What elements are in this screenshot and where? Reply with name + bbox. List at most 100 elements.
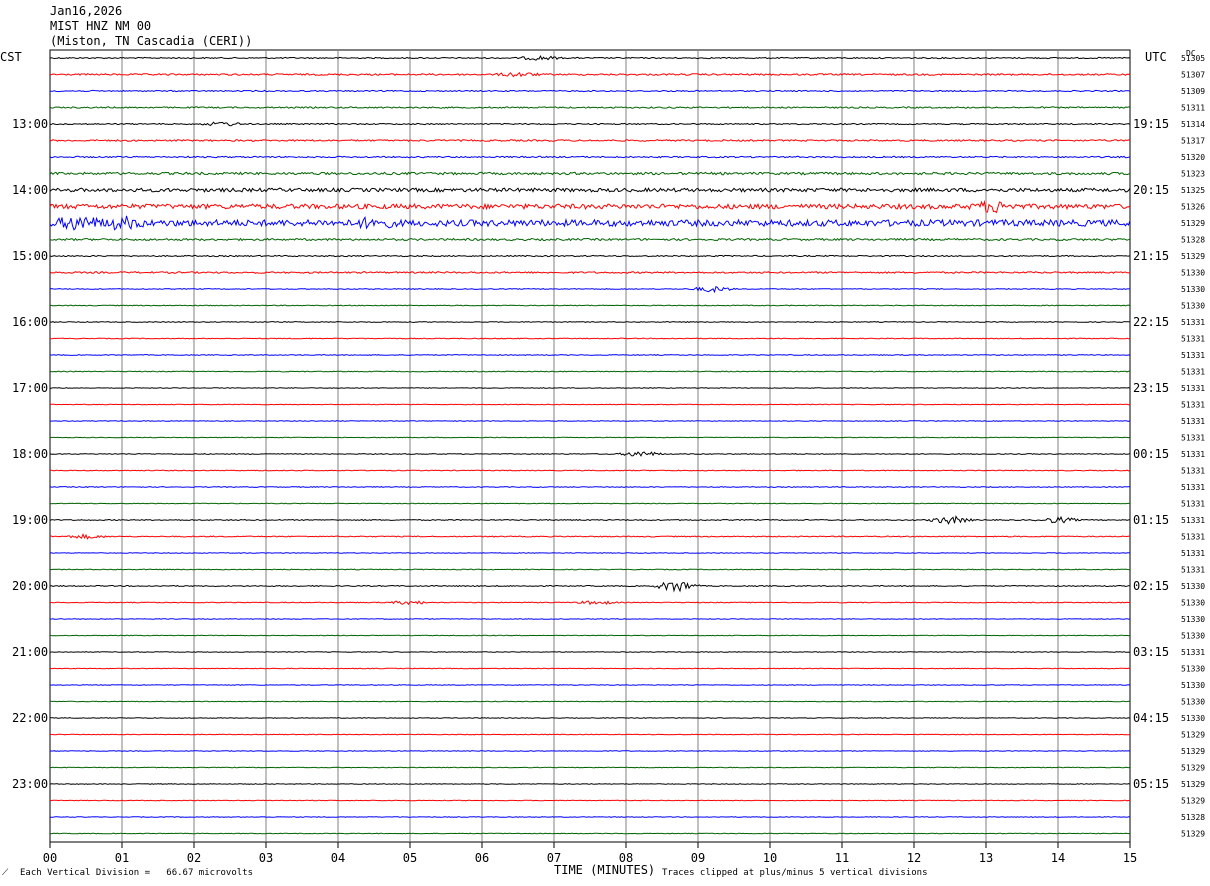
dc-value-label: 51329 <box>1181 252 1205 261</box>
dc-value-label: 51328 <box>1181 813 1205 822</box>
x-tick-label: 12 <box>907 851 921 865</box>
dc-value-label: 51331 <box>1181 401 1205 410</box>
seismic-trace <box>49 618 1131 620</box>
dc-value-label: 51309 <box>1181 87 1205 96</box>
seismic-trace <box>49 139 1131 142</box>
seismic-trace <box>49 121 1131 127</box>
x-tick-label: 03 <box>259 851 273 865</box>
seismic-trace <box>49 337 1131 340</box>
dc-value-label: 51330 <box>1181 302 1205 311</box>
cst-hour-label: 17:00 <box>12 381 48 395</box>
dc-value-label: 51305 <box>1181 54 1205 63</box>
seismogram-plot: 00 01 02 03 04 05 06 07 08 09 10 11 12 13 14 1551305513… <box>12 49 1205 865</box>
x-tick-label: 13 <box>979 851 993 865</box>
seismic-trace <box>49 832 1130 835</box>
x-tick-label: 15 <box>1123 851 1137 865</box>
utc-hour-label: 02:15 <box>1133 579 1169 593</box>
dc-value-label: 51330 <box>1181 681 1205 690</box>
dc-value-label: 51331 <box>1181 516 1205 525</box>
seismic-trace <box>49 581 1130 593</box>
seismic-trace <box>49 215 1131 231</box>
dc-value-label: 51329 <box>1181 797 1205 806</box>
dc-value-label: 51329 <box>1181 780 1205 789</box>
x-tick-label: 05 <box>403 851 417 865</box>
scale-note: Each Vertical Division = 66.67 microvolt… <box>20 868 253 878</box>
seismic-trace <box>49 54 1131 61</box>
x-tick-label: 06 <box>475 851 489 865</box>
utc-hour-label: 23:15 <box>1133 381 1169 395</box>
dc-value-label: 51330 <box>1181 714 1205 723</box>
dc-value-label: 51314 <box>1181 120 1205 129</box>
dc-value-label: 51326 <box>1181 203 1205 212</box>
seismic-trace <box>49 766 1131 769</box>
seismic-trace <box>49 750 1131 752</box>
dc-value-label: 51329 <box>1181 747 1205 756</box>
dc-value-label: 51330 <box>1181 698 1205 707</box>
utc-hour-label: 22:15 <box>1133 315 1169 329</box>
utc-hour-label: 04:15 <box>1133 711 1169 725</box>
cst-hour-label: 22:00 <box>12 711 48 725</box>
dc-value-label: 51329 <box>1181 830 1205 839</box>
x-tick-label: 09 <box>691 851 705 865</box>
seismic-trace <box>49 502 1131 505</box>
x-axis-label: TIME (MINUTES) <box>554 863 656 877</box>
cst-hour-label: 14:00 <box>12 183 48 197</box>
utc-hour-label: 01:15 <box>1133 513 1169 527</box>
seismic-trace <box>49 634 1131 637</box>
x-tick-label: 11 <box>835 851 849 865</box>
dc-value-label: 51331 <box>1181 335 1205 344</box>
seismic-trace <box>49 420 1131 422</box>
seismic-trace <box>49 783 1131 785</box>
seismic-trace <box>49 515 1131 525</box>
dc-value-label: 51331 <box>1181 467 1205 476</box>
seismic-trace <box>49 254 1131 258</box>
dc-value-label: 51330 <box>1181 615 1205 624</box>
x-tick-label: 14 <box>1051 851 1065 865</box>
seismic-trace <box>50 387 1131 389</box>
seismic-trace <box>49 237 1131 242</box>
cst-hour-label: 16:00 <box>12 315 48 329</box>
cst-hour-label: 18:00 <box>12 447 48 461</box>
cst-hour-label: 23:00 <box>12 777 48 791</box>
dc-value-label: 51325 <box>1181 186 1205 195</box>
dc-value-label: 51330 <box>1181 285 1205 294</box>
seismic-trace <box>49 199 1131 214</box>
x-tick-label: 02 <box>187 851 201 865</box>
scale-icon: ⟋ <box>2 868 9 878</box>
dc-value-label: 51331 <box>1181 500 1205 509</box>
seismic-trace <box>49 370 1130 373</box>
seismic-trace <box>49 684 1131 686</box>
seismic-trace <box>49 321 1131 323</box>
seismic-trace <box>49 304 1131 307</box>
utc-hour-label: 00:15 <box>1133 447 1169 461</box>
dc-value-label: 51329 <box>1181 764 1205 773</box>
dc-value-label: 51331 <box>1181 533 1205 542</box>
seismic-trace <box>49 651 1131 653</box>
dc-value-label: 51330 <box>1181 665 1205 674</box>
clip-note: Traces clipped at plus/minus 5 vertical … <box>662 868 928 878</box>
seismic-trace <box>49 155 1131 159</box>
dc-value-label: 51331 <box>1181 483 1205 492</box>
dc-value-label: 51311 <box>1181 104 1205 113</box>
x-tick-label: 01 <box>115 851 129 865</box>
seismic-trace <box>49 816 1131 818</box>
cst-hour-label: 20:00 <box>12 579 48 593</box>
plot-frame <box>49 49 1131 843</box>
seismic-trace <box>49 568 1131 571</box>
seismic-trace <box>49 354 1131 356</box>
seismic-trace <box>49 552 1131 554</box>
dc-value-label: 51331 <box>1181 566 1205 575</box>
dc-value-label: 51331 <box>1181 648 1205 657</box>
seismic-trace <box>49 667 1131 670</box>
dc-value-label: 51330 <box>1181 632 1205 641</box>
dc-value-label: 51329 <box>1181 731 1205 740</box>
seismic-trace <box>49 285 1130 294</box>
utc-hour-label: 03:15 <box>1133 645 1169 659</box>
dc-value-label: 51331 <box>1181 450 1205 459</box>
utc-hour-label: 19:15 <box>1133 117 1169 131</box>
x-tick-label: 10 <box>763 851 777 865</box>
dc-value-label: 51331 <box>1181 318 1205 327</box>
seismic-trace <box>49 403 1131 406</box>
seismic-trace <box>49 187 1131 193</box>
seismic-trace <box>49 733 1131 736</box>
